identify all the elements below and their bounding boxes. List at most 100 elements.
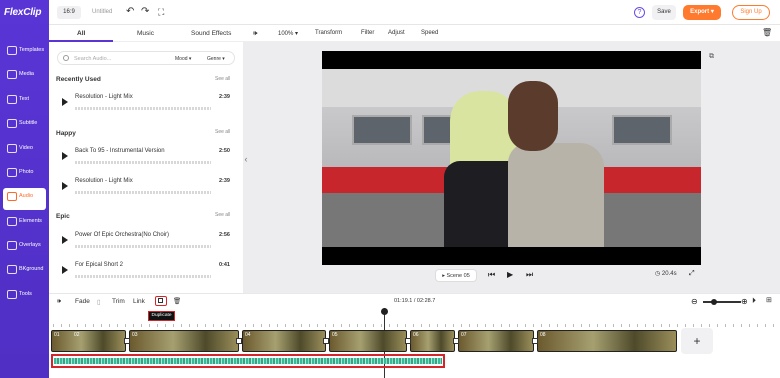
sidebar-item-photo[interactable]: Photo — [3, 164, 46, 186]
link-button[interactable]: Link — [133, 298, 145, 305]
collapse-panel-icon[interactable]: ‹ — [243, 148, 249, 170]
list-item[interactable]: Resolution - Light Mix 2:39 — [56, 176, 236, 200]
tab-sound-effects[interactable]: Sound Effects — [191, 30, 231, 37]
sidebar-item-label: Subtitle — [19, 120, 38, 126]
ruler-tick — [237, 324, 238, 327]
see-all-link[interactable]: See all — [215, 129, 230, 135]
duplicate-button[interactable] — [155, 296, 167, 306]
list-item[interactable]: Resolution - Light Mix 2:39 — [56, 92, 236, 116]
play-icon[interactable] — [62, 98, 68, 106]
scene-selector[interactable]: ▸ Scene 05 — [435, 269, 477, 282]
zoom-handle[interactable] — [711, 299, 717, 305]
transition-icon[interactable] — [323, 338, 329, 344]
ruler-tick — [629, 324, 630, 327]
volume-icon[interactable]: 🕪 — [57, 298, 61, 306]
video-clip[interactable]: 04 — [242, 330, 326, 352]
video-clip[interactable]: 01 02 — [51, 330, 126, 352]
sidebar-item-subtitle[interactable]: Subtitle — [3, 115, 46, 137]
sidebar-item-audio[interactable]: Audio — [3, 188, 46, 210]
play-icon[interactable] — [62, 152, 68, 160]
redo-icon[interactable]: ↷ — [141, 7, 149, 17]
see-all-link[interactable]: See all — [215, 76, 230, 82]
play-icon[interactable]: ▶ — [507, 270, 513, 279]
video-clip[interactable]: 07 — [458, 330, 534, 352]
undo-icon[interactable]: ↶ — [126, 7, 134, 17]
ruler-tick — [277, 324, 278, 327]
see-all-link[interactable]: See all — [215, 212, 230, 218]
project-title[interactable]: Untitled — [92, 9, 112, 15]
video-clip[interactable]: 08 — [537, 330, 677, 352]
copy-icon[interactable]: ⧉ — [709, 53, 714, 61]
search-input[interactable]: Search Audio... Mood ▾ Genre ▾ — [57, 51, 235, 65]
fullscreen-icon[interactable]: ⤢ — [689, 270, 695, 278]
list-item[interactable]: Back To 95 - Instrumental Version 2:50 — [56, 146, 236, 170]
audio-track[interactable] — [51, 354, 445, 368]
list-item[interactable]: Power Of Epic Orchestra(No Choir) 2:56 — [56, 230, 236, 254]
adjust-button[interactable]: Adjust — [388, 30, 405, 36]
video-clip[interactable]: 06 — [410, 330, 455, 352]
transition-icon[interactable] — [405, 338, 411, 344]
video-clip[interactable]: 03 — [129, 330, 239, 352]
preview-toolbar: 🕪 100% ▾ Transform Filter Adjust Speed 🗑 — [243, 25, 780, 42]
list-item[interactable]: For Epical Short 2 0:41 — [56, 260, 236, 284]
timeline-zoom-slider[interactable]: ⊖ ⊕ — [691, 297, 751, 307]
play-circle-icon[interactable]: ⏵ — [752, 296, 756, 306]
transition-icon[interactable] — [124, 338, 130, 344]
sidebar-item-text[interactable]: Text — [3, 91, 46, 113]
video-frame-coat — [508, 143, 604, 247]
sidebar-item-elements[interactable]: Elements — [3, 213, 46, 235]
export-button[interactable]: Export ▾ — [683, 5, 721, 20]
play-icon[interactable] — [62, 182, 68, 190]
delete-icon[interactable]: 🗑 — [173, 297, 181, 305]
transform-button[interactable]: Transform — [315, 30, 342, 36]
genre-dropdown[interactable]: Genre ▾ — [207, 56, 225, 62]
waveform — [75, 245, 211, 248]
trash-icon[interactable]: 🗑 — [762, 28, 772, 37]
ruler-tick — [293, 324, 294, 327]
add-clip-button[interactable]: + — [681, 328, 713, 354]
ruler-tick — [709, 324, 710, 327]
help-button[interactable]: ? — [634, 7, 645, 18]
filter-button[interactable]: Filter — [361, 30, 374, 36]
ruler-tick — [725, 324, 726, 327]
tab-music[interactable]: Music — [137, 30, 154, 37]
ruler-tick — [757, 324, 758, 327]
aspect-ratio-button[interactable]: 16:9 — [57, 6, 81, 19]
ruler-tick — [341, 324, 342, 327]
play-icon[interactable] — [62, 266, 68, 274]
clip-number: 05 — [332, 332, 338, 338]
sidebar-item-templates[interactable]: Templates — [3, 42, 46, 64]
speed-button[interactable]: Speed — [421, 30, 438, 36]
save-button[interactable]: Save — [652, 5, 676, 20]
split-icon[interactable]: ▯ — [97, 298, 101, 306]
video-clip[interactable]: 05 — [329, 330, 407, 352]
volume-icon[interactable]: 🕪 — [253, 30, 257, 38]
ruler-tick — [765, 324, 766, 327]
sidebar-item-video[interactable]: Video — [3, 140, 46, 162]
transition-icon[interactable] — [453, 338, 459, 344]
tab-all[interactable]: All — [77, 30, 85, 37]
play-icon[interactable] — [62, 236, 68, 244]
playhead-handle[interactable] — [381, 308, 388, 315]
fade-button[interactable]: Fade — [75, 298, 90, 305]
trim-button[interactable]: Trim — [112, 298, 125, 305]
sidebar-item-media[interactable]: Media — [3, 66, 46, 88]
fit-timeline-icon[interactable]: ⊞ — [766, 296, 772, 304]
sidebar-item-label: Tools — [19, 291, 32, 297]
sidebar-item-overlays[interactable]: Overlays — [3, 237, 46, 259]
transition-icon[interactable] — [532, 338, 538, 344]
fullscreen-icon[interactable]: ⛶ — [158, 7, 164, 17]
zoom-out-icon[interactable]: ⊖ — [691, 297, 698, 307]
zoom-in-icon[interactable]: ⊕ — [741, 297, 748, 307]
sidebar-item-tools[interactable]: Tools — [3, 286, 46, 308]
sign-up-button[interactable]: Sign Up — [732, 5, 770, 20]
next-icon[interactable]: ⏭ — [526, 270, 533, 280]
previous-icon[interactable]: ⏮ — [488, 270, 495, 280]
sidebar: FlexClip Templates Media Text Subtitle V… — [0, 0, 49, 378]
sidebar-item-bkground[interactable]: BKground — [3, 261, 46, 283]
zoom-select[interactable]: 100% ▾ — [278, 30, 298, 37]
transition-icon[interactable] — [236, 338, 242, 344]
ruler-tick — [653, 324, 654, 327]
mood-dropdown[interactable]: Mood ▾ — [175, 56, 191, 62]
video-preview[interactable] — [322, 51, 701, 265]
